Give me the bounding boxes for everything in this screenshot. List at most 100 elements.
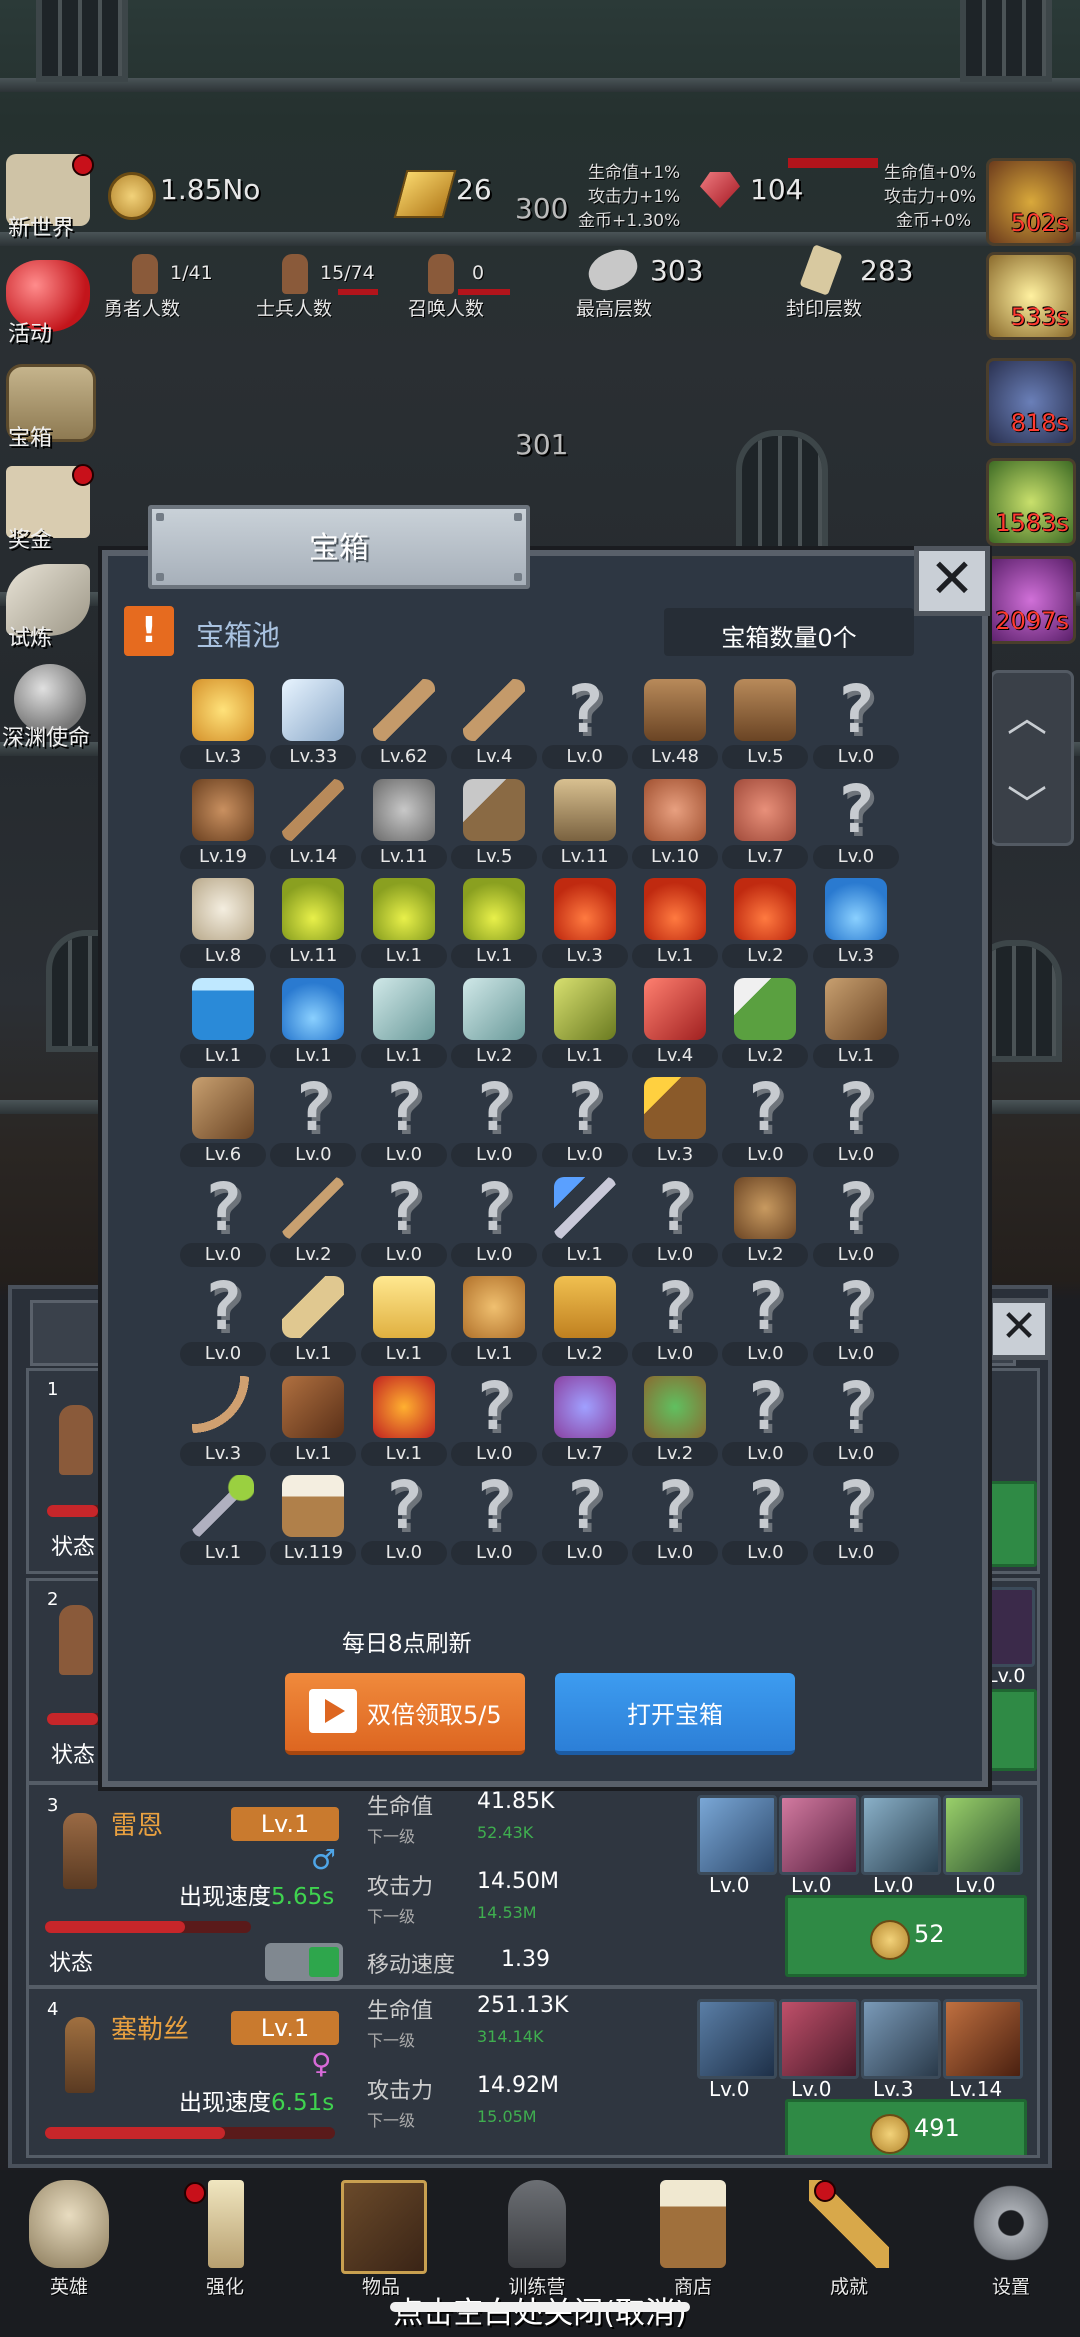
open-chest-button[interactable]: 打开宝箱 <box>555 1673 795 1755</box>
timer-slot[interactable]: 533s <box>986 252 1076 340</box>
chest-item[interactable]: ? Lv.0 <box>720 1471 810 1571</box>
hero-upgrade-button[interactable] <box>981 1481 1037 1567</box>
chest-item[interactable]: Lv.1 <box>449 874 539 974</box>
chest-item[interactable]: ? Lv.0 <box>449 1471 539 1571</box>
shield-skill-icon[interactable] <box>697 1999 777 2079</box>
chest-item[interactable]: Lv.1 <box>540 1173 630 1273</box>
chest-item[interactable]: ? Lv.0 <box>449 1172 539 1273</box>
chest-item[interactable]: Lv.8 <box>178 874 268 974</box>
chest-item[interactable]: Lv.33 <box>268 675 358 775</box>
chest-item[interactable]: Lv.11 <box>540 775 630 875</box>
boot-skill-icon[interactable] <box>861 1999 941 2079</box>
blade-skill-icon[interactable] <box>779 1795 859 1875</box>
chest-item[interactable]: ? Lv.0 <box>720 1272 810 1372</box>
scroll-arrows[interactable]: ︿ ﹀ <box>990 670 1074 846</box>
chest-item[interactable]: ? Lv.0 <box>811 774 901 875</box>
chest-item[interactable]: ? Lv.0 <box>359 1073 449 1173</box>
chest-item[interactable]: ? Lv.0 <box>449 1073 539 1173</box>
menu-trial[interactable]: 试炼 <box>0 560 100 651</box>
chest-item[interactable]: ? Lv.0 <box>540 675 630 775</box>
chest-item[interactable]: ? Lv.0 <box>359 1172 449 1273</box>
timer-slot[interactable]: 2097s <box>986 556 1076 644</box>
chest-item[interactable]: Lv.2 <box>720 974 810 1074</box>
chest-item[interactable]: ? Lv.0 <box>449 1371 539 1472</box>
chest-item[interactable]: Lv.7 <box>720 775 810 875</box>
chest-item[interactable]: ? Lv.0 <box>720 1371 810 1472</box>
chest-item[interactable]: ? Lv.0 <box>630 1471 720 1571</box>
chest-item[interactable]: ? Lv.0 <box>178 1172 268 1273</box>
chest-item[interactable]: Lv.1 <box>178 1471 268 1571</box>
chest-item[interactable]: Lv.3 <box>540 874 630 974</box>
chest-item[interactable]: Lv.3 <box>630 1073 720 1173</box>
hero-row-4[interactable]: 4 塞勒丝 Lv.1 ♀ 出现速度6.51s 生命值 251.13K 下一级 3… <box>26 1986 1040 2158</box>
chest-item[interactable]: Lv.1 <box>359 1372 449 1472</box>
timer-slot[interactable]: 818s <box>986 358 1076 446</box>
cage-skill-icon[interactable] <box>943 1999 1023 2079</box>
chest-item[interactable]: Lv.1 <box>268 1272 358 1372</box>
chest-item[interactable]: Lv.10 <box>630 775 720 875</box>
chest-item[interactable]: Lv.1 <box>268 1372 358 1472</box>
menu-abyss[interactable]: 深渊使命 <box>0 660 100 751</box>
chest-item[interactable]: ? Lv.0 <box>811 1272 901 1372</box>
chest-item[interactable]: Lv.4 <box>630 974 720 1074</box>
chest-item[interactable]: Lv.11 <box>359 775 449 875</box>
info-icon[interactable]: ! <box>124 606 174 656</box>
chest-item[interactable]: Lv.119 <box>268 1471 358 1571</box>
menu-bonus[interactable]: 奖金 <box>0 462 100 553</box>
hero-status-toggle[interactable] <box>265 1943 343 1981</box>
hero-row-3[interactable]: 3 雷恩 Lv.1 ♂ 出现速度5.65s 状态 生命值 41.85K 下一级 … <box>26 1782 1040 1988</box>
chest-item[interactable]: Lv.1 <box>359 974 449 1074</box>
menu-activity[interactable]: 活动 <box>0 256 100 347</box>
chest-item[interactable]: ? Lv.0 <box>811 1172 901 1273</box>
chest-item[interactable]: Lv.2 <box>720 874 810 974</box>
arrow-down-icon[interactable]: ﹀ <box>1007 773 1047 831</box>
panel-close-button[interactable]: ✕ <box>988 1298 1050 1360</box>
chest-item[interactable]: ? Lv.0 <box>178 1272 268 1372</box>
chest-item[interactable]: ? Lv.0 <box>720 1073 810 1173</box>
chest-item[interactable]: Lv.11 <box>268 874 358 974</box>
chest-item[interactable]: Lv.48 <box>630 675 720 775</box>
timer-slot[interactable]: 502s <box>986 158 1076 246</box>
hero-upgrade-button[interactable] <box>981 1689 1037 1771</box>
menu-new-world[interactable]: 新世界 <box>0 150 100 241</box>
chest-item[interactable]: Lv.62 <box>359 675 449 775</box>
chest-item[interactable]: ? Lv.0 <box>811 1471 901 1571</box>
chest-item[interactable]: Lv.1 <box>811 974 901 1074</box>
chest-item[interactable]: Lv.5 <box>720 675 810 775</box>
chest-item[interactable]: Lv.2 <box>268 1173 358 1273</box>
hero-upgrade-button[interactable]: 491 <box>785 2099 1027 2155</box>
chest-item[interactable]: Lv.6 <box>178 1073 268 1173</box>
chest-item[interactable]: ? Lv.0 <box>630 1272 720 1372</box>
chest-item[interactable]: Lv.1 <box>630 874 720 974</box>
chest-item[interactable]: Lv.1 <box>268 974 358 1074</box>
chest-item[interactable]: ? Lv.0 <box>540 1073 630 1173</box>
hero-upgrade-button[interactable]: 52 <box>785 1895 1027 1977</box>
chest-item[interactable]: Lv.4 <box>449 675 539 775</box>
serpent-skill-icon[interactable] <box>943 1795 1023 1875</box>
chest-item[interactable]: ? Lv.0 <box>268 1073 358 1173</box>
chest-item[interactable]: ? Lv.0 <box>811 675 901 775</box>
chest-item[interactable]: Lv.7 <box>540 1372 630 1472</box>
chest-item[interactable]: Lv.1 <box>449 1272 539 1372</box>
timer-slot[interactable]: 1583s <box>986 458 1076 546</box>
chest-item[interactable]: Lv.19 <box>178 775 268 875</box>
chest-item[interactable]: Lv.2 <box>540 1272 630 1372</box>
chest-item[interactable]: ? Lv.0 <box>811 1371 901 1472</box>
chest-item[interactable]: Lv.3 <box>178 675 268 775</box>
chest-item[interactable]: Lv.1 <box>359 1272 449 1372</box>
chest-item[interactable]: Lv.3 <box>178 1372 268 1472</box>
chest-item[interactable]: ? Lv.0 <box>630 1172 720 1273</box>
chest-item[interactable]: ? Lv.0 <box>811 1073 901 1173</box>
chest-item[interactable]: Lv.5 <box>449 775 539 875</box>
modal-close-button[interactable]: ✕ <box>914 546 990 616</box>
chest-item[interactable]: Lv.14 <box>268 775 358 875</box>
chest-item[interactable]: ? Lv.0 <box>540 1471 630 1571</box>
chest-item[interactable]: Lv.2 <box>449 974 539 1074</box>
monster-skill-icon[interactable] <box>779 1999 859 2079</box>
chest-item[interactable]: ? Lv.0 <box>359 1471 449 1571</box>
menu-treasure[interactable]: 宝箱 <box>0 360 100 451</box>
chest-item[interactable]: Lv.1 <box>178 974 268 1074</box>
arrow-up-icon[interactable]: ︿ <box>1007 685 1047 743</box>
skill-slot[interactable] <box>981 1587 1035 1667</box>
double-claim-button[interactable]: 双倍领取5/5 <box>285 1673 525 1755</box>
